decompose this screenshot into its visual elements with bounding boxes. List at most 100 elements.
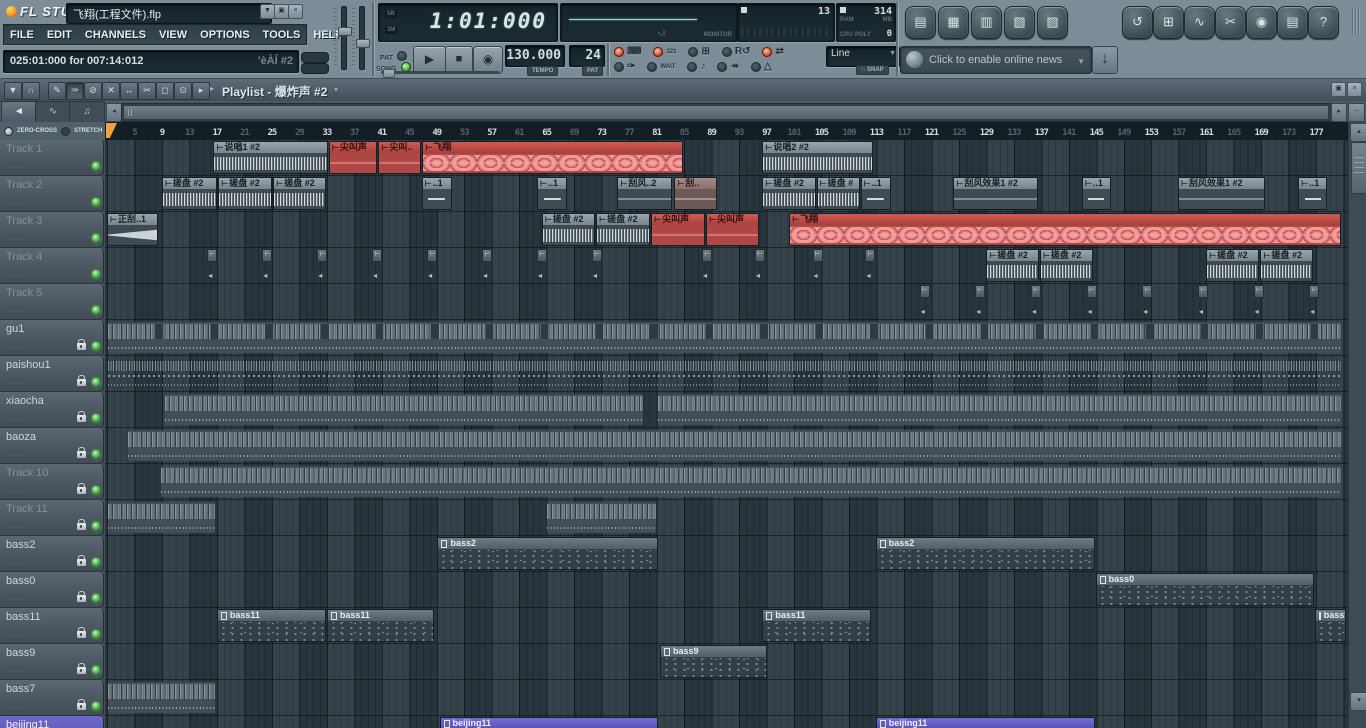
stretch-toggle[interactable] [61, 127, 70, 136]
midi-clip[interactable]: bass11 [327, 609, 434, 642]
delete-tool[interactable]: ⊘ [84, 82, 102, 100]
pattern-clip[interactable] [161, 466, 1341, 497]
zoom-tool[interactable]: ⊙ [174, 82, 192, 100]
mini-audio-clip[interactable]: ⊢◂ [920, 285, 930, 318]
audio-clip[interactable]: ⊢刮风效果1 #2 [1178, 177, 1265, 210]
pattern-clip[interactable] [658, 394, 1341, 425]
tab-notes[interactable]: ♫ [69, 101, 105, 123]
edit-audio-button[interactable]: ✂ [1215, 6, 1246, 39]
audio-clip[interactable]: ⊢刮风..2 [617, 177, 672, 210]
track-led[interactable] [92, 198, 100, 206]
mini-audio-clip[interactable]: ⊢◂ [317, 249, 327, 282]
piano-roll-button[interactable]: ▥ [971, 6, 1002, 39]
time-display[interactable]: 5B 3M 1:01:000 [378, 3, 558, 42]
track-name-cell[interactable]: Track 10···· [0, 464, 104, 500]
magnet-icon[interactable]: ∩ [22, 82, 40, 100]
track-name-cell[interactable]: Track 3···· [0, 212, 104, 248]
audio-clip[interactable]: ⊢刮风效果1 #2 [953, 177, 1038, 210]
track-name-cell[interactable]: Track 5···· [0, 284, 104, 320]
vertical-scroll-thumb[interactable] [1351, 142, 1366, 194]
vertical-scrollbar[interactable]: ▴ ▾ [1348, 122, 1366, 728]
track-led[interactable] [92, 270, 100, 278]
track-led[interactable] [92, 306, 100, 314]
playhead-marker[interactable] [106, 123, 117, 138]
mini-audio-clip[interactable]: ⊢◂ [865, 249, 875, 282]
snap-selector[interactable]: Line ▼ [826, 46, 900, 67]
track-lane[interactable] [105, 392, 1348, 428]
mini-audio-clip[interactable]: ⊢◂ [1309, 285, 1319, 318]
restore-button[interactable]: ▣ [274, 4, 289, 19]
lock-icon[interactable] [77, 703, 86, 710]
midi-clip[interactable]: bass0 [1096, 573, 1315, 606]
pitch-thumb[interactable] [356, 39, 370, 48]
track-led[interactable] [92, 486, 100, 494]
lock-icon[interactable] [77, 631, 86, 638]
midi-clip[interactable]: bass [1315, 609, 1346, 642]
maximize-button[interactable]: ▣ [1331, 82, 1346, 97]
record-audio-button[interactable]: ◉ [1246, 6, 1277, 39]
main-volume-slider[interactable] [341, 6, 347, 70]
midi-clip[interactable]: bass9 [660, 645, 767, 678]
audio-clip[interactable]: ⊢搓盘 #2 [596, 213, 650, 246]
audio-clip[interactable]: ⊢搓盘 #2 [162, 177, 217, 210]
mute-tool[interactable]: ✕ [102, 82, 120, 100]
close-button[interactable]: × [288, 4, 303, 19]
overdub-option[interactable]: ↠ [717, 61, 738, 72]
tab-automation[interactable]: ∿ [35, 101, 71, 123]
track-lane[interactable] [105, 680, 1348, 716]
audio-clip[interactable]: ⊢..1 [422, 177, 452, 210]
track-name-cell[interactable]: beijing11···· [0, 716, 104, 728]
lock-icon[interactable] [77, 343, 86, 350]
online-news-bar[interactable]: Click to enable online news ▼ [900, 46, 1092, 74]
track-name-cell[interactable]: xiaocha···· [0, 392, 104, 428]
pattern-clip[interactable] [108, 682, 216, 713]
mixer-button[interactable]: ▨ [1037, 6, 1068, 39]
track-lane[interactable]: ⊢搓盘 #2⊢搓盘 #2⊢搓盘 #2⊢..1⊢..1⊢刮风..2⊢刮..⊢搓盘 … [105, 176, 1348, 212]
track-lane[interactable]: bass2bass2 [105, 536, 1348, 572]
pattern-clip[interactable] [128, 430, 1340, 461]
track-lane[interactable]: ⊢正刮..1⊢搓盘 #2⊢搓盘 #2⊢尖叫声⊢尖叫声⊢飞翔 [105, 212, 1348, 248]
mini-audio-clip[interactable]: ⊢◂ [1087, 285, 1097, 318]
audio-clip[interactable]: ⊢说唱1 #2 [213, 141, 327, 174]
audio-clip[interactable]: ⊢飞翔 [789, 213, 1340, 246]
step-add-option[interactable]: ⊞ [688, 46, 709, 57]
track-led[interactable] [92, 342, 100, 350]
blend-recording-option[interactable]: ⇄ [762, 46, 783, 57]
midi-clip[interactable]: bass2 [876, 537, 1095, 570]
help-button[interactable]: ? [1308, 6, 1339, 39]
midi-clip[interactable]: beijing11 [440, 717, 658, 728]
timeline-ruler[interactable]: 5913172125293337414549535761656973778185… [105, 122, 1348, 141]
mini-audio-clip[interactable]: ⊢◂ [755, 249, 765, 282]
mini-audio-clip[interactable]: ⊢◂ [537, 249, 547, 282]
track-led[interactable] [92, 450, 100, 458]
audio-clip[interactable]: ⊢..1 [861, 177, 891, 210]
lock-icon[interactable] [77, 379, 86, 386]
track-lane[interactable]: bass9 [105, 644, 1348, 680]
lock-icon[interactable] [77, 667, 86, 674]
audio-clip[interactable]: ⊢尖叫声 [706, 213, 759, 246]
lock-icon[interactable] [77, 487, 86, 494]
metronome-option[interactable]: △ [751, 61, 772, 72]
track-name-cell[interactable]: Track 2···· [0, 176, 104, 212]
track-name-cell[interactable]: paishou1···· [0, 356, 104, 392]
mini-audio-clip[interactable]: ⊢◂ [1254, 285, 1264, 318]
shuffle-thumb[interactable] [383, 69, 395, 78]
mini-audio-clip[interactable]: ⊢◂ [702, 249, 712, 282]
track-led[interactable] [92, 162, 100, 170]
typing-keyboard-option[interactable]: ⌨ [614, 46, 641, 57]
mini-audio-clip[interactable]: ⊢◂ [372, 249, 382, 282]
track-led[interactable] [92, 522, 100, 530]
track-lane[interactable]: ⊢◂⊢◂⊢◂⊢◂⊢◂⊢◂⊢◂⊢◂ [105, 284, 1348, 320]
monitor-panel[interactable]: ∿‖ MONITOR [560, 3, 738, 42]
menu-tools[interactable]: TOOLS [263, 29, 301, 41]
menu-options[interactable]: OPTIONS [200, 29, 250, 41]
scroll-down-button[interactable]: ▾ [1350, 692, 1366, 711]
audio-clip[interactable]: ⊢说唱2 #2 [762, 141, 873, 174]
horizontal-scrollbar[interactable] [121, 103, 1332, 122]
track-lane[interactable] [105, 356, 1348, 392]
track-lane[interactable]: bass11bass11bass11bass [105, 608, 1348, 644]
audio-clip[interactable]: ⊢..1 [537, 177, 567, 210]
audio-clip[interactable]: ⊢刮.. [674, 177, 717, 210]
track-led[interactable] [92, 630, 100, 638]
midi-clip[interactable]: bass11 [762, 609, 870, 642]
